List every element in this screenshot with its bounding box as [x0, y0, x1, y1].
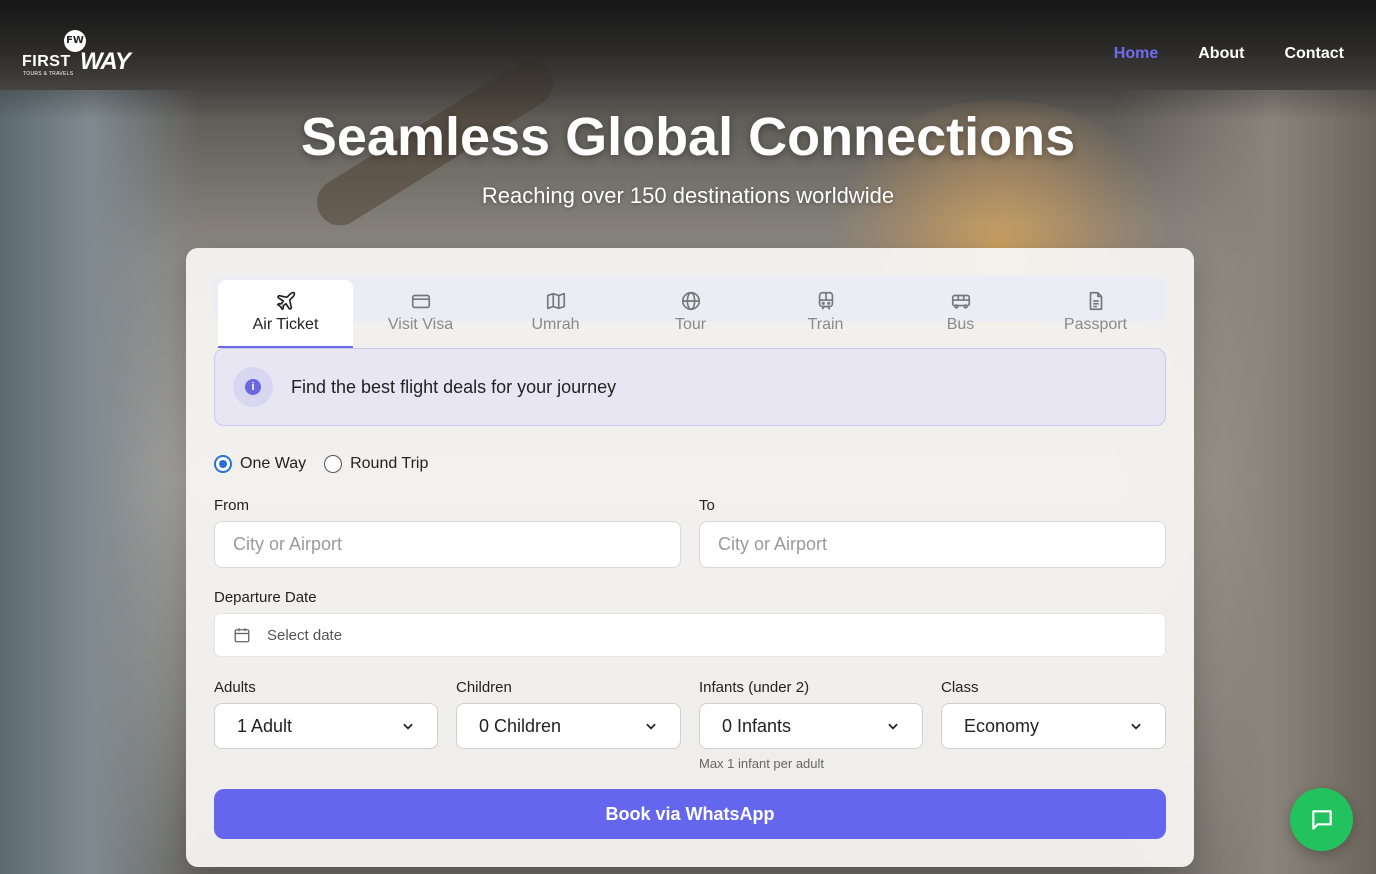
chevron-down-icon	[888, 723, 898, 730]
bus-icon	[951, 294, 970, 309]
info-icon-wrapper: i	[233, 367, 273, 407]
booking-card: Air Ticket Visit Visa Umrah Tour Train B…	[186, 248, 1194, 867]
tab-air-ticket[interactable]: Air Ticket	[218, 280, 353, 348]
brand-logo[interactable]: FW FIRST WAY TOURS & TRAVELS	[22, 30, 132, 80]
class-label: Class	[941, 679, 979, 696]
map-icon	[546, 292, 565, 310]
hero-subtitle: Reaching over 150 destinations worldwide	[481, 183, 895, 208]
main-nav: Home About Contact	[1114, 45, 1344, 63]
info-icon: i	[245, 379, 261, 395]
from-input[interactable]: City or Airport	[214, 521, 681, 568]
nav-contact[interactable]: Contact	[1284, 45, 1344, 63]
radio-indicator[interactable]	[324, 455, 343, 473]
tab-label: Passport	[1063, 316, 1128, 333]
from-label: From	[214, 497, 249, 514]
infants-hint: Max 1 infant per adult	[699, 756, 825, 771]
radio-round-trip[interactable]: Round Trip	[324, 455, 428, 473]
radio-label: Round Trip	[350, 455, 429, 472]
tab-label: Visit Visa	[387, 316, 454, 333]
trip-type-group: One Way Round Trip	[214, 455, 446, 473]
adults-value: 1 Adult	[237, 715, 293, 736]
class-select[interactable]: Economy	[941, 703, 1166, 749]
document-icon	[1089, 291, 1102, 311]
tab-label: Air Ticket	[252, 316, 319, 333]
info-text: Find the best flight deals for your jour…	[291, 377, 617, 397]
service-tabs: Air Ticket Visit Visa Umrah Tour Train B…	[214, 276, 1166, 348]
infants-label: Infants (under 2)	[699, 679, 810, 696]
chevron-down-icon	[403, 723, 413, 730]
departure-label: Departure Date	[214, 589, 317, 606]
tab-train[interactable]: Train	[758, 280, 893, 348]
plane-icon	[276, 291, 295, 311]
chevron-down-icon	[1131, 723, 1141, 730]
class-value: Economy	[964, 715, 1040, 736]
logo-word-way: WAY	[80, 48, 131, 75]
adults-label: Adults	[214, 679, 256, 696]
departure-placeholder: Select date	[267, 626, 343, 644]
tab-bus[interactable]: Bus	[893, 280, 1028, 348]
logo-tagline: TOURS & TRAVELS	[23, 71, 74, 77]
book-whatsapp-button[interactable]: Book via WhatsApp	[214, 789, 1166, 839]
tab-label: Bus	[946, 316, 975, 333]
info-banner: i Find the best flight deals for your jo…	[214, 348, 1166, 426]
logo-word-first: FIRST	[22, 53, 71, 70]
tab-passport[interactable]: Passport	[1028, 280, 1163, 348]
globe-icon	[681, 291, 700, 311]
infants-value: 0 Infants	[722, 715, 792, 736]
tab-visit-visa[interactable]: Visit Visa	[353, 280, 488, 348]
to-input[interactable]: City or Airport	[699, 521, 1166, 568]
chevron-down-icon	[646, 723, 656, 730]
tab-tour[interactable]: Tour	[623, 280, 758, 348]
hero-title: Seamless Global Connections	[300, 107, 1076, 167]
train-icon	[818, 291, 833, 310]
infants-select[interactable]: 0 Infants	[699, 703, 923, 749]
chat-button[interactable]	[1290, 788, 1353, 851]
children-label: Children	[456, 679, 512, 696]
tab-label: Umrah	[531, 316, 580, 333]
tab-label: Tour	[674, 316, 707, 333]
tab-umrah[interactable]: Umrah	[488, 280, 623, 348]
adults-select[interactable]: 1 Adult	[214, 703, 438, 749]
card-icon	[411, 294, 430, 309]
departure-date-input[interactable]: Select date	[214, 613, 1166, 657]
radio-one-way[interactable]: One Way	[214, 455, 306, 473]
tab-label: Train	[807, 316, 844, 333]
children-select[interactable]: 0 Children	[456, 703, 681, 749]
to-label: To	[699, 497, 715, 514]
radio-label: One Way	[240, 455, 307, 472]
nav-home[interactable]: Home	[1114, 45, 1158, 63]
calendar-icon	[234, 628, 250, 643]
children-value: 0 Children	[479, 715, 562, 736]
nav-about[interactable]: About	[1198, 45, 1244, 63]
radio-indicator-checked[interactable]	[214, 455, 232, 473]
chat-icon	[1311, 809, 1332, 830]
